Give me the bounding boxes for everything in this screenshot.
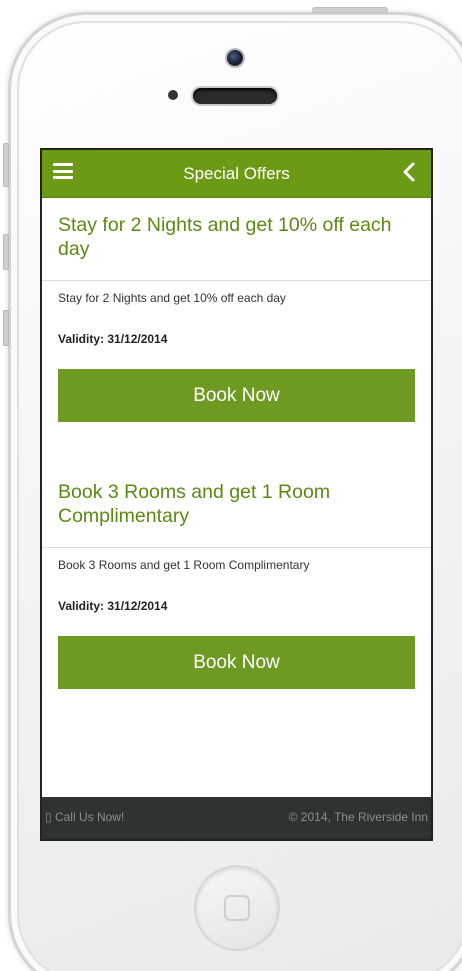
front-camera <box>227 50 243 66</box>
offer-title: Book 3 Rooms and get 1 Room Complimentar… <box>58 481 331 527</box>
app-screen: Special Offers Stay for 2 Nights and get… <box>40 148 433 841</box>
app-footer: ▯ Call Us Now! © 2014, The Riverside Inn <box>42 797 431 839</box>
home-square-icon <box>224 895 250 921</box>
offer-card: Book 3 Rooms and get 1 Room Complimentar… <box>42 480 431 528</box>
earpiece-speaker <box>193 88 277 104</box>
book-now-button[interactable]: Book Now <box>58 636 415 689</box>
volume-down-button <box>3 310 9 346</box>
power-button <box>312 7 388 13</box>
page-title: Special Offers <box>183 164 290 183</box>
mute-switch <box>3 143 9 187</box>
proximity-sensor <box>168 90 178 100</box>
home-button[interactable] <box>194 865 280 951</box>
offer-description: Book 3 Rooms and get 1 Room Complimentar… <box>58 558 310 572</box>
offer-validity: Validity: 31/12/2014 <box>58 332 168 346</box>
book-now-button[interactable]: Book Now <box>58 369 415 422</box>
divider <box>42 280 431 281</box>
offer-title: Stay for 2 Nights and get 10% off each d… <box>58 214 392 260</box>
chevron-left-icon[interactable] <box>401 160 417 184</box>
volume-up-button <box>3 234 9 270</box>
app-header: Special Offers <box>42 150 431 198</box>
offer-card: Stay for 2 Nights and get 10% off each d… <box>42 213 431 261</box>
offer-description: Stay for 2 Nights and get 10% off each d… <box>58 291 286 305</box>
copyright-text: © 2014, The Riverside Inn <box>288 810 428 824</box>
offer-validity: Validity: 31/12/2014 <box>58 599 168 613</box>
call-us-link[interactable]: ▯ Call Us Now! <box>45 810 124 824</box>
divider <box>42 547 431 548</box>
